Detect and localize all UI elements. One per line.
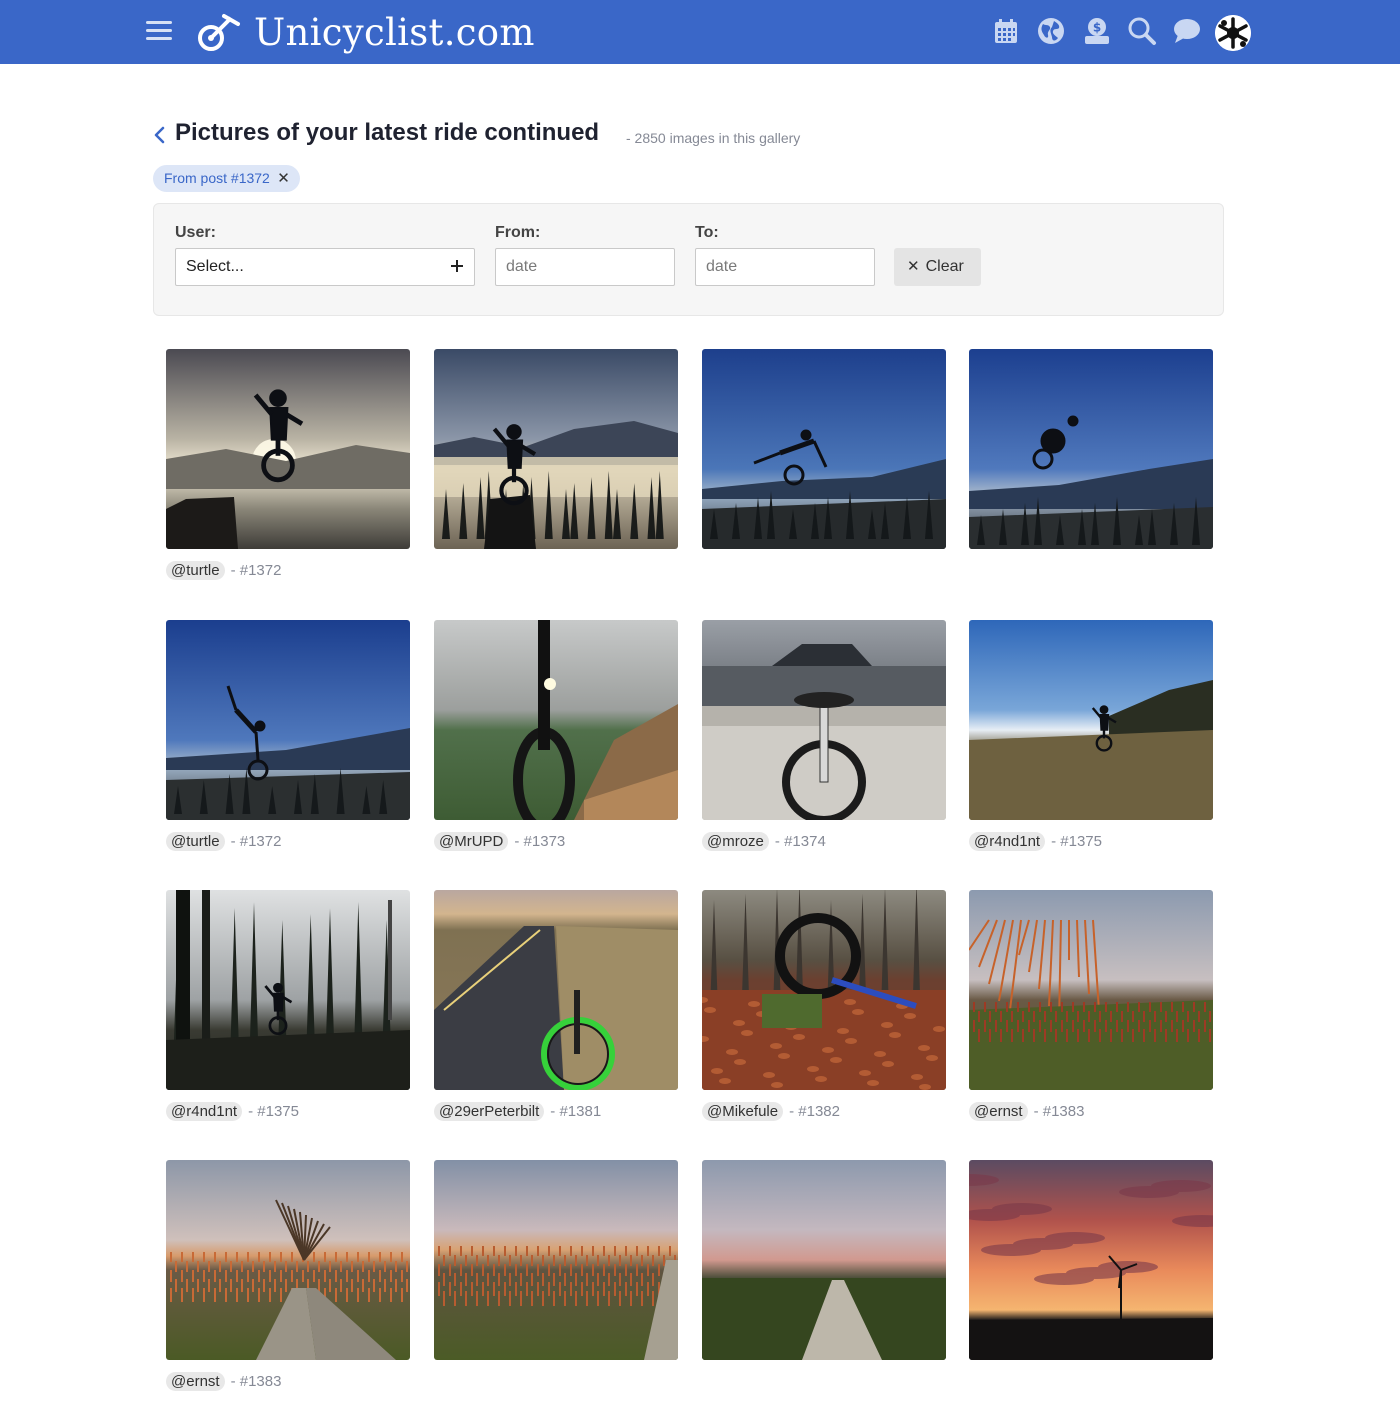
gallery-item: @29erPeterbilt - #1381 xyxy=(434,890,678,1121)
market-icon[interactable]: $ xyxy=(1082,16,1112,46)
gallery-item xyxy=(434,1160,678,1360)
clear-button-label: Clear xyxy=(925,258,964,275)
gallery-photo[interactable] xyxy=(969,1160,1213,1360)
gallery-item: @ernst - #1383 xyxy=(166,1160,410,1391)
post-link[interactable]: - #1375 xyxy=(1051,833,1102,850)
gallery-photo[interactable] xyxy=(434,620,678,820)
avatar[interactable] xyxy=(1215,15,1251,51)
post-link[interactable]: - #1383 xyxy=(231,1373,282,1390)
post-link[interactable]: - #1372 xyxy=(231,562,282,579)
gallery-photo[interactable] xyxy=(166,620,410,820)
gallery-item: @turtle - #1372 xyxy=(166,620,410,851)
gallery-photo[interactable] xyxy=(166,890,410,1090)
user-select[interactable]: Select... xyxy=(175,248,475,286)
globe-icon[interactable] xyxy=(1036,16,1066,46)
chat-icon[interactable] xyxy=(1172,16,1202,46)
gallery-count: - 2850 images in this gallery xyxy=(626,130,801,146)
gallery-photo[interactable] xyxy=(166,1160,410,1360)
gallery-photo[interactable] xyxy=(434,349,678,549)
user-tag[interactable]: @29erPeterbilt xyxy=(434,1102,545,1121)
chip-close-icon[interactable]: ✕ xyxy=(277,165,290,192)
gallery-photo[interactable] xyxy=(702,620,946,820)
gallery-item: @Mikefule - #1382 xyxy=(702,890,946,1121)
gallery-item: @r4nd1nt - #1375 xyxy=(969,620,1213,851)
from-date-label: From: xyxy=(495,224,541,241)
user-tag[interactable]: @ernst xyxy=(969,1102,1028,1121)
gallery-photo[interactable] xyxy=(969,620,1213,820)
post-link[interactable]: - #1373 xyxy=(514,833,565,850)
post-filter-chip-label: From post #1372 xyxy=(164,170,270,186)
user-tag[interactable]: @MrUPD xyxy=(434,832,509,851)
gallery-item xyxy=(969,349,1213,549)
gallery-photo[interactable] xyxy=(969,349,1213,549)
gallery-item: @mroze - #1374 xyxy=(702,620,946,851)
gallery-item xyxy=(434,349,678,549)
post-link[interactable]: - #1381 xyxy=(550,1103,601,1120)
gallery-item: @r4nd1nt - #1375 xyxy=(166,890,410,1121)
user-tag[interactable]: @r4nd1nt xyxy=(166,1102,243,1121)
user-tag[interactable]: @Mikefule xyxy=(702,1102,784,1121)
clear-button[interactable]: ✕ Clear xyxy=(894,248,981,286)
gallery-photo[interactable] xyxy=(702,1160,946,1360)
to-date-label: To: xyxy=(695,224,719,241)
gallery-item: @ernst - #1383 xyxy=(969,890,1213,1121)
page-title: Pictures of your latest ride continued xyxy=(175,119,600,146)
user-tag[interactable]: @ernst xyxy=(166,1372,225,1391)
gallery-item: @turtle - #1372 xyxy=(166,349,410,580)
site-name: Unicyclist.com xyxy=(254,10,535,54)
user-select-value: Select... xyxy=(186,258,244,275)
site-logo[interactable]: Unicyclist.com xyxy=(196,8,535,56)
user-tag[interactable]: @mroze xyxy=(702,832,769,851)
gallery-item xyxy=(702,1160,946,1360)
search-icon[interactable] xyxy=(1127,16,1157,46)
gallery-item xyxy=(969,1160,1213,1360)
user-tag[interactable]: @turtle xyxy=(166,832,225,851)
gallery-photo[interactable] xyxy=(434,1160,678,1360)
gallery-photo[interactable] xyxy=(434,890,678,1090)
gallery-photo[interactable] xyxy=(969,890,1213,1090)
from-date-input[interactable] xyxy=(495,248,675,286)
unicycle-logo-icon xyxy=(198,14,240,51)
close-icon: ✕ xyxy=(907,258,920,275)
gallery-photo[interactable] xyxy=(702,890,946,1090)
top-navigation-bar: Unicyclist.com $ xyxy=(0,0,1400,64)
post-link[interactable]: - #1375 xyxy=(248,1103,299,1120)
post-filter-chip[interactable]: From post #1372 ✕ xyxy=(153,165,300,192)
post-link[interactable]: - #1383 xyxy=(1034,1103,1085,1120)
plus-icon xyxy=(451,260,463,272)
gallery-photo[interactable] xyxy=(166,349,410,549)
calendar-icon[interactable] xyxy=(991,16,1021,46)
post-link[interactable]: - #1382 xyxy=(789,1103,840,1120)
gallery-photo[interactable] xyxy=(702,349,946,549)
gallery-item xyxy=(702,349,946,549)
filter-panel: User: Select... From: To: ✕ Clear xyxy=(153,203,1224,316)
gallery-item: @MrUPD - #1373 xyxy=(434,620,678,851)
post-link[interactable]: - #1372 xyxy=(231,833,282,850)
menu-icon[interactable] xyxy=(146,19,174,43)
user-filter-label: User: xyxy=(175,224,216,241)
user-tag[interactable]: @r4nd1nt xyxy=(969,832,1046,851)
user-tag[interactable]: @turtle xyxy=(166,561,225,580)
to-date-input[interactable] xyxy=(695,248,875,286)
svg-text:$: $ xyxy=(1093,21,1101,35)
back-chevron-icon[interactable] xyxy=(152,124,168,146)
post-link[interactable]: - #1374 xyxy=(775,833,826,850)
